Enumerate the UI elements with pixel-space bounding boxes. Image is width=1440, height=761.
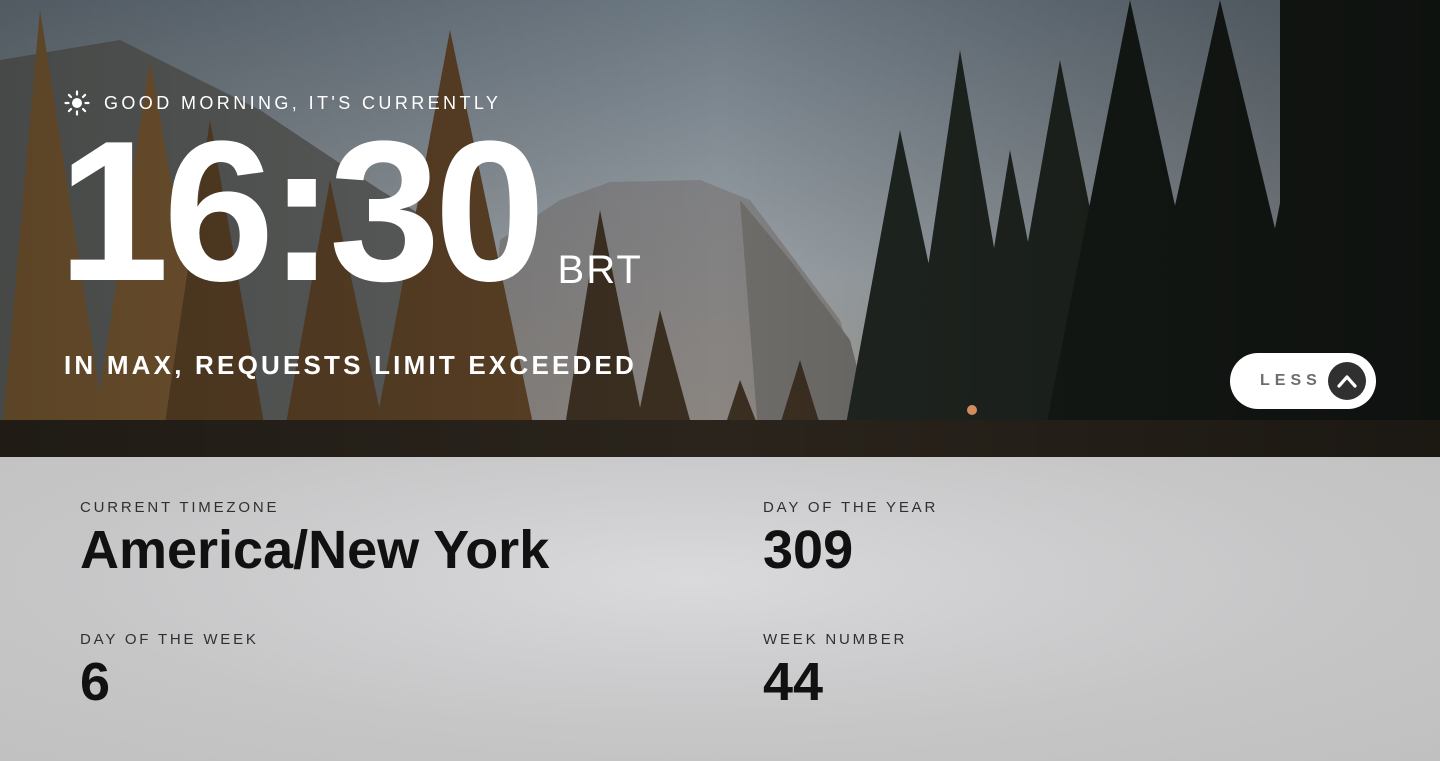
detail-timezone-label: CURRENT TIMEZONE	[80, 499, 280, 516]
clock-timezone-abbr: BRT	[557, 248, 643, 292]
detail-timezone-value: America/New York	[80, 520, 550, 580]
quote-text: IN MAX, REQUESTS LIMIT EXCEEDED	[64, 350, 638, 380]
detail-day-of-week-label: DAY OF THE WEEK	[80, 631, 259, 648]
detail-day-of-year-label: DAY OF THE YEAR	[763, 499, 939, 516]
detail-week-number-label: WEEK NUMBER	[763, 631, 908, 648]
detail-day-of-year: DAY OF THE YEAR 309	[763, 499, 938, 580]
hero-section: GOOD MORNING, IT'S CURRENTLY 16:30 BRT I…	[0, 0, 1440, 457]
detail-day-of-year-value: 309	[763, 520, 854, 580]
detail-week-number: WEEK NUMBER 44	[763, 631, 907, 712]
detail-timezone: CURRENT TIMEZONE America/New York	[80, 499, 549, 580]
less-button-label: LESS	[1260, 372, 1322, 389]
detail-day-of-week-value: 6	[80, 652, 111, 712]
clock-time: 16:30	[58, 100, 546, 323]
details-panel: CURRENT TIMEZONE America/New York DAY OF…	[0, 457, 1440, 761]
less-button[interactable]: LESS	[1230, 353, 1376, 409]
chevron-up-icon[interactable]	[1328, 362, 1366, 400]
clock: 16:30 BRT	[58, 112, 643, 312]
clock-app: GOOD MORNING, IT'S CURRENTLY 16:30 BRT I…	[0, 0, 1440, 761]
detail-week-number-value: 44	[763, 652, 824, 712]
detail-day-of-week: DAY OF THE WEEK 6	[80, 631, 259, 712]
